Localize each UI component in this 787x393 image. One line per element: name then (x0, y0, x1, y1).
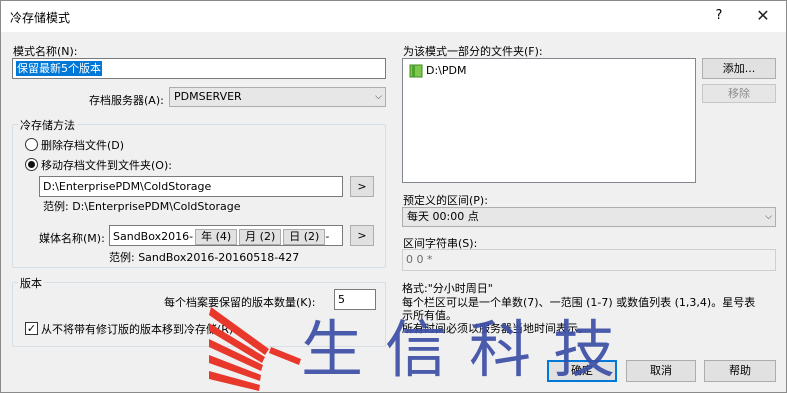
watermark-logo: 生信科技 (209, 297, 629, 393)
predefined-interval-value: 每天 00:00 点 (407, 210, 479, 223)
interval-string-value: 0 0 * (406, 253, 433, 266)
predefined-interval-select[interactable]: 每天 00:00 点 ⌵ (402, 207, 776, 227)
scheme-name-label: 模式名称(N): (13, 45, 78, 58)
day-token[interactable]: 日 (2) (283, 229, 326, 245)
interval-string-input[interactable]: 0 0 * (402, 249, 776, 271)
delete-archive-radio[interactable] (25, 138, 38, 151)
move-path-value: D:\EnterprisePDM\ColdStorage (43, 180, 212, 193)
help-button[interactable]: 帮助 (704, 360, 776, 382)
archive-server-value: PDMSERVER (174, 90, 242, 103)
chevron-down-icon: ⌵ (375, 92, 382, 102)
delete-archive-label[interactable]: 删除存档文件(D) (41, 137, 124, 153)
chevron-down-icon: ⌵ (765, 212, 772, 222)
scheme-name-value: 保留最新5个版本 (16, 61, 102, 76)
folder-icon (409, 64, 423, 78)
media-name-browse-button[interactable]: > (350, 225, 374, 246)
add-folder-button[interactable]: 添加... (702, 58, 776, 79)
watermark-text: 生信科技 (301, 313, 638, 386)
title-bar: 冷存储模式 ? ✕ (1, 1, 786, 32)
version-group-title: 版本 (18, 275, 44, 291)
check-icon: ✓ (26, 322, 37, 335)
logo-stripes-icon (209, 307, 301, 391)
remove-folder-button[interactable]: 移除 (702, 84, 776, 103)
window-title: 冷存储模式 (10, 11, 71, 25)
archive-server-select[interactable]: PDMSERVER ⌵ (169, 87, 386, 107)
exclude-revised-checkbox[interactable]: ✓ (25, 322, 38, 335)
scheme-name-input[interactable]: 保留最新5个版本 (12, 58, 386, 79)
folder-item[interactable]: D:\PDM (426, 64, 466, 77)
year-token[interactable]: 年 (4) (195, 229, 238, 245)
close-icon[interactable]: ✕ (743, 3, 783, 29)
help-icon[interactable]: ? (707, 5, 731, 27)
move-path-input[interactable]: D:\EnterprisePDM\ColdStorage (39, 176, 343, 197)
cold-storage-method-title: 冷存储方法 (18, 117, 77, 133)
move-path-browse-button[interactable]: > (350, 176, 374, 197)
folders-label: 为该模式一部分的文件夹(F): (403, 45, 543, 58)
cold-storage-dialog: 冷存储模式 ? ✕ 模式名称(N): 保留最新5个版本 存档服务器(A): PD… (0, 0, 787, 393)
move-archive-radio[interactable] (25, 158, 38, 171)
media-name-label: 媒体名称(M): (39, 232, 105, 245)
move-path-example: 范例: D:\EnterprisePDM\ColdStorage (43, 200, 241, 213)
exclude-revised-label[interactable]: 从不将带有修订版的版本移到冷存储(R) (41, 321, 233, 337)
predefined-interval-label: 预定义的区间(P): (403, 194, 488, 207)
media-name-example: 范例: SandBox2016-20160518-427 (109, 251, 300, 264)
folders-list[interactable]: D:\PDM (402, 58, 696, 183)
media-name-trailing: - (325, 230, 330, 243)
media-name-input[interactable]: SandBox2016- 年 (4) 月 (2) 日 (2) - (109, 225, 343, 246)
month-token[interactable]: 月 (2) (239, 229, 282, 245)
move-archive-label[interactable]: 移动存档文件到文件夹(O): (41, 157, 172, 173)
media-name-prefix: SandBox2016- (113, 230, 194, 243)
archive-server-label: 存档服务器(A): (89, 94, 164, 107)
